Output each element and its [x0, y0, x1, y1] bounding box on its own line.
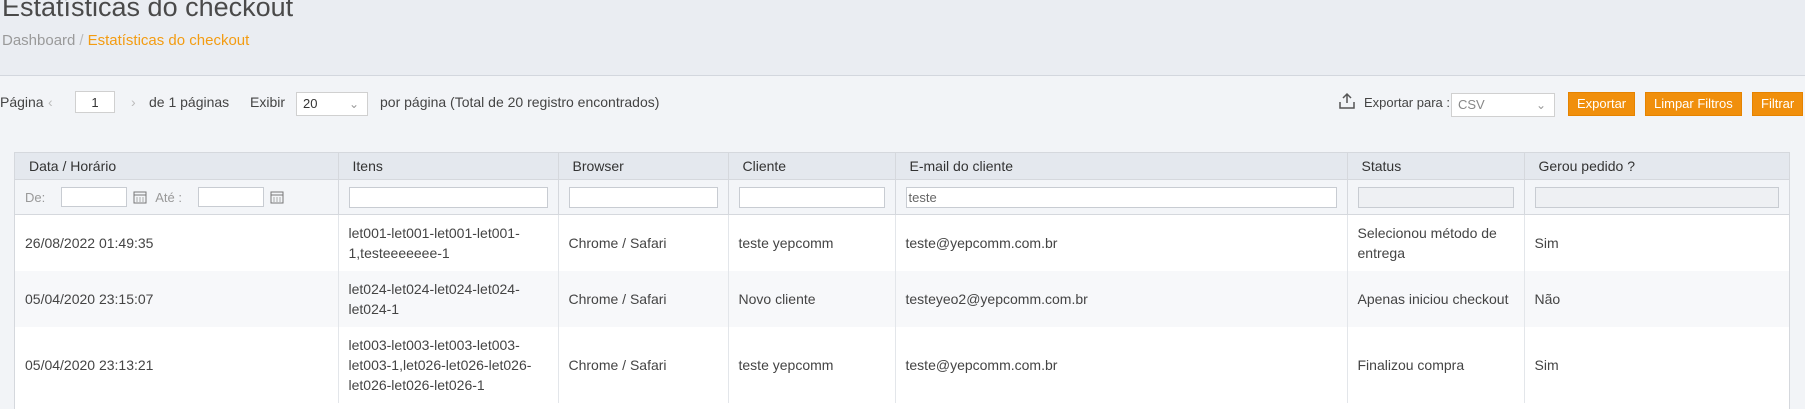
per-page-summary: por página (Total de 20 registro encontr…: [380, 94, 660, 110]
cell-datetime: 05/04/2020 23:15:07: [15, 270, 339, 327]
cell-client: teste yepcomm: [728, 326, 896, 403]
browser-filter-input[interactable]: [568, 186, 718, 208]
client-filter-cell: [728, 179, 896, 215]
items-filter-cell: [338, 179, 559, 215]
prev-page-button[interactable]: ‹: [48, 94, 53, 110]
cell-order: Não: [1524, 270, 1789, 327]
cell-browser: Chrome / Safari: [558, 270, 729, 327]
column-header-browser[interactable]: Browser: [558, 153, 729, 180]
page-title: Estatísticas do checkout: [2, 0, 294, 22]
cell-status: Finalizou compra: [1347, 326, 1525, 403]
column-header-items[interactable]: Itens: [338, 153, 559, 180]
breadcrumb: Dashboard / Estatísticas do checkout: [2, 32, 249, 49]
cell-browser: Chrome / Safari: [558, 214, 729, 271]
column-header-order[interactable]: Gerou pedido ?: [1524, 153, 1789, 180]
export-format-value: CSV: [1458, 97, 1485, 112]
status-filter-select[interactable]: [1357, 186, 1514, 208]
pagination-toolbar: Página ‹ 1 › de 1 páginas Exibir 20 ⌄ po…: [0, 91, 1805, 134]
export-label: Exportar para :: [1364, 95, 1450, 110]
table-header-row: Data / Horário Itens Browser Cliente E-m…: [15, 153, 1789, 180]
cell-order: Sim: [1524, 326, 1789, 403]
table-row[interactable]: 05/04/2020 23:13:21 let003-let003-let003…: [15, 326, 1789, 403]
page-number-input[interactable]: 1: [75, 91, 115, 113]
email-filter-input[interactable]: teste: [905, 186, 1337, 208]
column-header-email[interactable]: E-mail do cliente: [895, 153, 1348, 180]
table-row[interactable]: 05/04/2020 23:15:07 let024-let024-let024…: [15, 270, 1789, 327]
items-filter-input[interactable]: [348, 186, 548, 208]
calendar-icon[interactable]: [270, 190, 284, 204]
cell-email: teste@yepcomm.com.br: [895, 326, 1348, 403]
cell-status: Selecionou método de entrega: [1347, 214, 1525, 271]
cell-items: let001-let001-let001-let001-1,testeeeeee…: [338, 214, 559, 271]
order-filter-cell: [1524, 179, 1789, 215]
chevron-down-icon: ⌄: [1535, 98, 1546, 112]
cell-email: teste@yepcomm.com.br: [895, 214, 1348, 271]
cell-items: let003-let003-let003-let003-let003-1,let…: [338, 326, 559, 403]
date-to-input[interactable]: [197, 187, 264, 207]
upload-icon: [1338, 92, 1356, 113]
cell-client: Novo cliente: [728, 270, 896, 327]
cell-status: Apenas iniciou checkout: [1347, 270, 1525, 327]
total-pages-label: de 1 páginas: [149, 94, 230, 110]
table-row[interactable]: 26/08/2022 01:49:35 let001-let001-let001…: [15, 214, 1789, 271]
page-header: Estatísticas do checkout Dashboard / Estat…: [0, 0, 1805, 76]
filter-row: De: Até : teste: [15, 179, 1789, 215]
export-format-select[interactable]: CSV ⌄: [1451, 93, 1555, 117]
cell-items: let024-let024-let024-let024-let024-1: [338, 270, 559, 327]
cell-browser: Chrome / Safari: [558, 326, 729, 403]
client-filter-input[interactable]: [738, 186, 885, 208]
export-button[interactable]: Exportar: [1568, 92, 1636, 116]
status-filter-cell: [1347, 179, 1525, 215]
date-from-input[interactable]: [61, 187, 128, 207]
show-label: Exibir: [250, 94, 286, 110]
page-label: Página: [0, 94, 44, 110]
cell-datetime: 05/04/2020 23:13:21: [15, 326, 339, 403]
cell-order: Sim: [1524, 214, 1789, 271]
per-page-value: 20: [303, 96, 318, 111]
chevron-down-icon: ⌄: [348, 97, 359, 111]
column-header-client[interactable]: Cliente: [728, 153, 896, 180]
email-filter-cell: teste: [895, 179, 1348, 215]
calendar-icon[interactable]: [133, 190, 147, 204]
clear-filters-button[interactable]: Limpar Filtros: [1645, 92, 1742, 116]
cell-client: teste yepcomm: [728, 214, 896, 271]
date-to-label: Até :: [155, 189, 182, 205]
order-filter-select[interactable]: [1534, 186, 1779, 208]
breadcrumb-current: Estatísticas do checkout: [87, 32, 250, 49]
column-header-datetime[interactable]: Data / Horário: [15, 153, 339, 180]
per-page-select[interactable]: 20 ⌄: [296, 92, 368, 116]
cell-email: testeyeo2@yepcomm.com.br: [895, 270, 1348, 327]
breadcrumb-dashboard-link[interactable]: Dashboard: [2, 32, 75, 49]
cell-datetime: 26/08/2022 01:49:35: [15, 214, 339, 271]
checkout-stats-table: Data / Horário Itens Browser Cliente E-m…: [14, 152, 1790, 409]
browser-filter-cell: [558, 179, 729, 215]
breadcrumb-separator: /: [79, 32, 84, 49]
next-page-button[interactable]: ›: [131, 94, 136, 110]
date-from-label: De:: [25, 189, 46, 205]
filter-button[interactable]: Filtrar: [1752, 92, 1804, 116]
column-header-status[interactable]: Status: [1347, 153, 1525, 180]
date-filter-cell: De: Até :: [15, 179, 339, 215]
